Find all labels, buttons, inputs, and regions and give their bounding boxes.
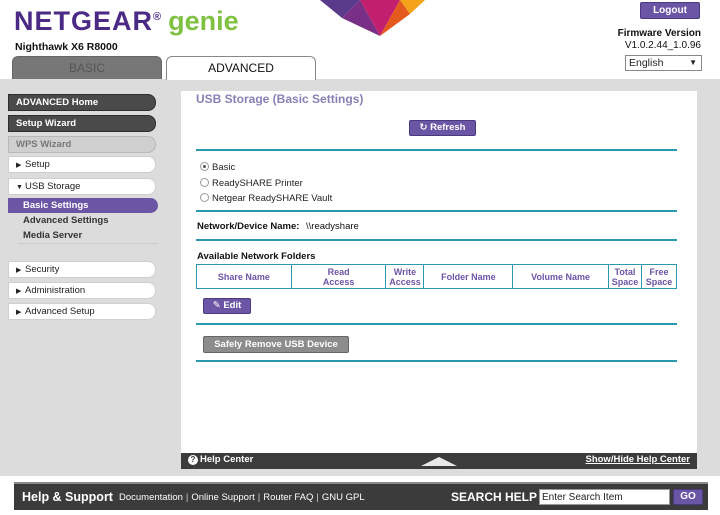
section-divider [196,323,677,325]
col-read-access: Read Access [290,264,387,289]
section-divider [196,149,677,151]
option-readyshare-vault[interactable]: Netgear ReadySHARE Vault [200,192,332,206]
available-network-folders-label: Available Network Folders [197,251,316,262]
col-share-name: Share Name [196,264,292,289]
link-separator: | [185,492,189,503]
help-support-links: Documentation | Online Support | Router FAQ |… [119,492,365,503]
sidebar-setup-label: Setup [25,159,50,170]
language-value: English [629,57,664,69]
brand-product: genie [168,6,239,36]
footer: Help & Support Documentation | Online Supp… [14,482,708,510]
submenu-basic-settings[interactable]: Basic Settings [8,198,158,213]
sidebar-administration[interactable]: ▶ Administration [8,282,156,299]
section-divider [196,360,677,362]
option-basic-label: Basic [212,162,236,173]
expand-arrow-icon: ▶ [16,309,22,316]
link-online-support[interactable]: Online Support [191,492,254,503]
expand-arrow-icon: ▶ [16,267,22,274]
network-folders-table: Share Name Read Access Write Access Folder… [196,264,678,289]
sidebar-setup[interactable]: ▶ Setup [8,156,156,173]
content-panel: USB Storage (Basic Settings) ↻ Refresh B… [181,91,697,453]
edit-button[interactable]: ✎ Edit [203,298,251,314]
section-divider [196,210,677,212]
table-header-row: Share Name Read Access Write Access Folder… [196,264,678,289]
tab-basic[interactable]: BASIC [12,56,162,80]
link-router-faq[interactable]: Router FAQ [263,492,313,503]
show-hide-help-center-link[interactable]: Show/Hide Help Center [585,454,690,465]
firmware-version-label: Firmware Version [617,28,701,39]
submenu-divider [18,243,158,244]
firmware-version-value: V1.0.2.44_1.0.96 [624,40,701,51]
header: NETGEAR® genie Nighthawk X6 R8000 Logout … [0,0,720,80]
expand-arrow-icon: ▶ [16,288,22,295]
link-documentation[interactable]: Documentation [119,492,183,503]
edit-label: Edit [223,300,242,311]
help-center-link[interactable]: ? Help Center [188,454,253,465]
language-select[interactable]: English ▼ [625,55,702,71]
link-separator: | [257,492,261,503]
sidebar-security[interactable]: ▶ Security [8,261,156,278]
tab-advanced[interactable]: ADVANCED [166,56,316,80]
col-free-space: Free Space [640,264,678,289]
sidebar-administration-label: Administration [25,285,86,296]
sidebar-advanced-home[interactable]: ADVANCED Home [8,94,156,111]
submenu-advanced-settings[interactable]: Advanced Settings [8,213,158,228]
radio-basic[interactable] [200,162,209,171]
network-device-name-value: \\readyshare [306,221,359,232]
radio-readyshare-vault[interactable] [200,193,209,202]
sidebar-setup-wizard[interactable]: Setup Wizard [8,115,156,132]
router-model: Nighthawk X6 R8000 [15,41,118,53]
collapse-arrow-icon: ▼ [16,184,23,191]
safely-remove-usb-button[interactable]: Safely Remove USB Device [203,336,349,353]
sidebar-advanced-setup-label: Advanced Setup [25,306,95,317]
sidebar-usb-storage[interactable]: ▼ USB Storage [8,178,156,195]
page-title: USB Storage (Basic Settings) [196,92,364,106]
search-help-label: SEARCH HELP [451,490,538,504]
header-decoration-graphic [320,0,425,36]
option-readyshare-printer-label: ReadySHARE Printer [212,178,303,189]
network-device-name-label: Network/Device Name: [197,221,300,232]
radio-readyshare-printer[interactable] [200,178,209,187]
submenu-media-server[interactable]: Media Server [8,228,158,243]
refresh-button[interactable]: ↻ Refresh [409,120,476,136]
link-gnu-gpl[interactable]: GNU GPL [322,492,365,503]
link-separator: | [316,492,319,503]
option-readyshare-printer[interactable]: ReadySHARE Printer [200,177,303,191]
sidebar-wps-wizard[interactable]: WPS Wizard [8,136,156,153]
col-folder-name: Folder Name [423,264,514,289]
pencil-icon: ✎ [212,300,221,311]
sidebar-advanced-setup[interactable]: ▶ Advanced Setup [8,303,156,320]
expand-help-arrow-icon[interactable] [421,457,457,466]
registered-mark: ® [153,11,163,23]
help-center-label: Help Center [200,454,254,465]
option-basic[interactable]: Basic [200,161,235,175]
dropdown-arrow-icon: ▼ [689,58,697,67]
option-readyshare-vault-label: Netgear ReadySHARE Vault [212,193,333,204]
sidebar-security-label: Security [25,264,60,275]
col-write-access: Write Access [385,264,425,289]
logout-button[interactable]: Logout [640,2,700,19]
search-help-input[interactable] [539,489,670,505]
refresh-icon: ↻ [419,122,428,133]
netgear-logo: NETGEAR® genie [14,6,239,37]
section-divider [196,239,677,241]
help-center-bar: ? Help Center Show/Hide Help Center [181,453,697,469]
brand-name: NETGEAR [14,6,154,36]
col-volume-name: Volume Name [512,264,609,289]
expand-arrow-icon: ▶ [16,162,22,169]
usb-storage-submenu: Basic Settings Advanced Settings Media S… [8,198,158,244]
question-icon: ? [188,455,198,465]
help-support-title: Help & Support [22,490,113,504]
sidebar-usb-storage-label: USB Storage [25,181,81,192]
col-total-space: Total Space [607,264,642,289]
refresh-label: Refresh [430,122,466,133]
search-go-button[interactable]: GO [673,489,703,505]
